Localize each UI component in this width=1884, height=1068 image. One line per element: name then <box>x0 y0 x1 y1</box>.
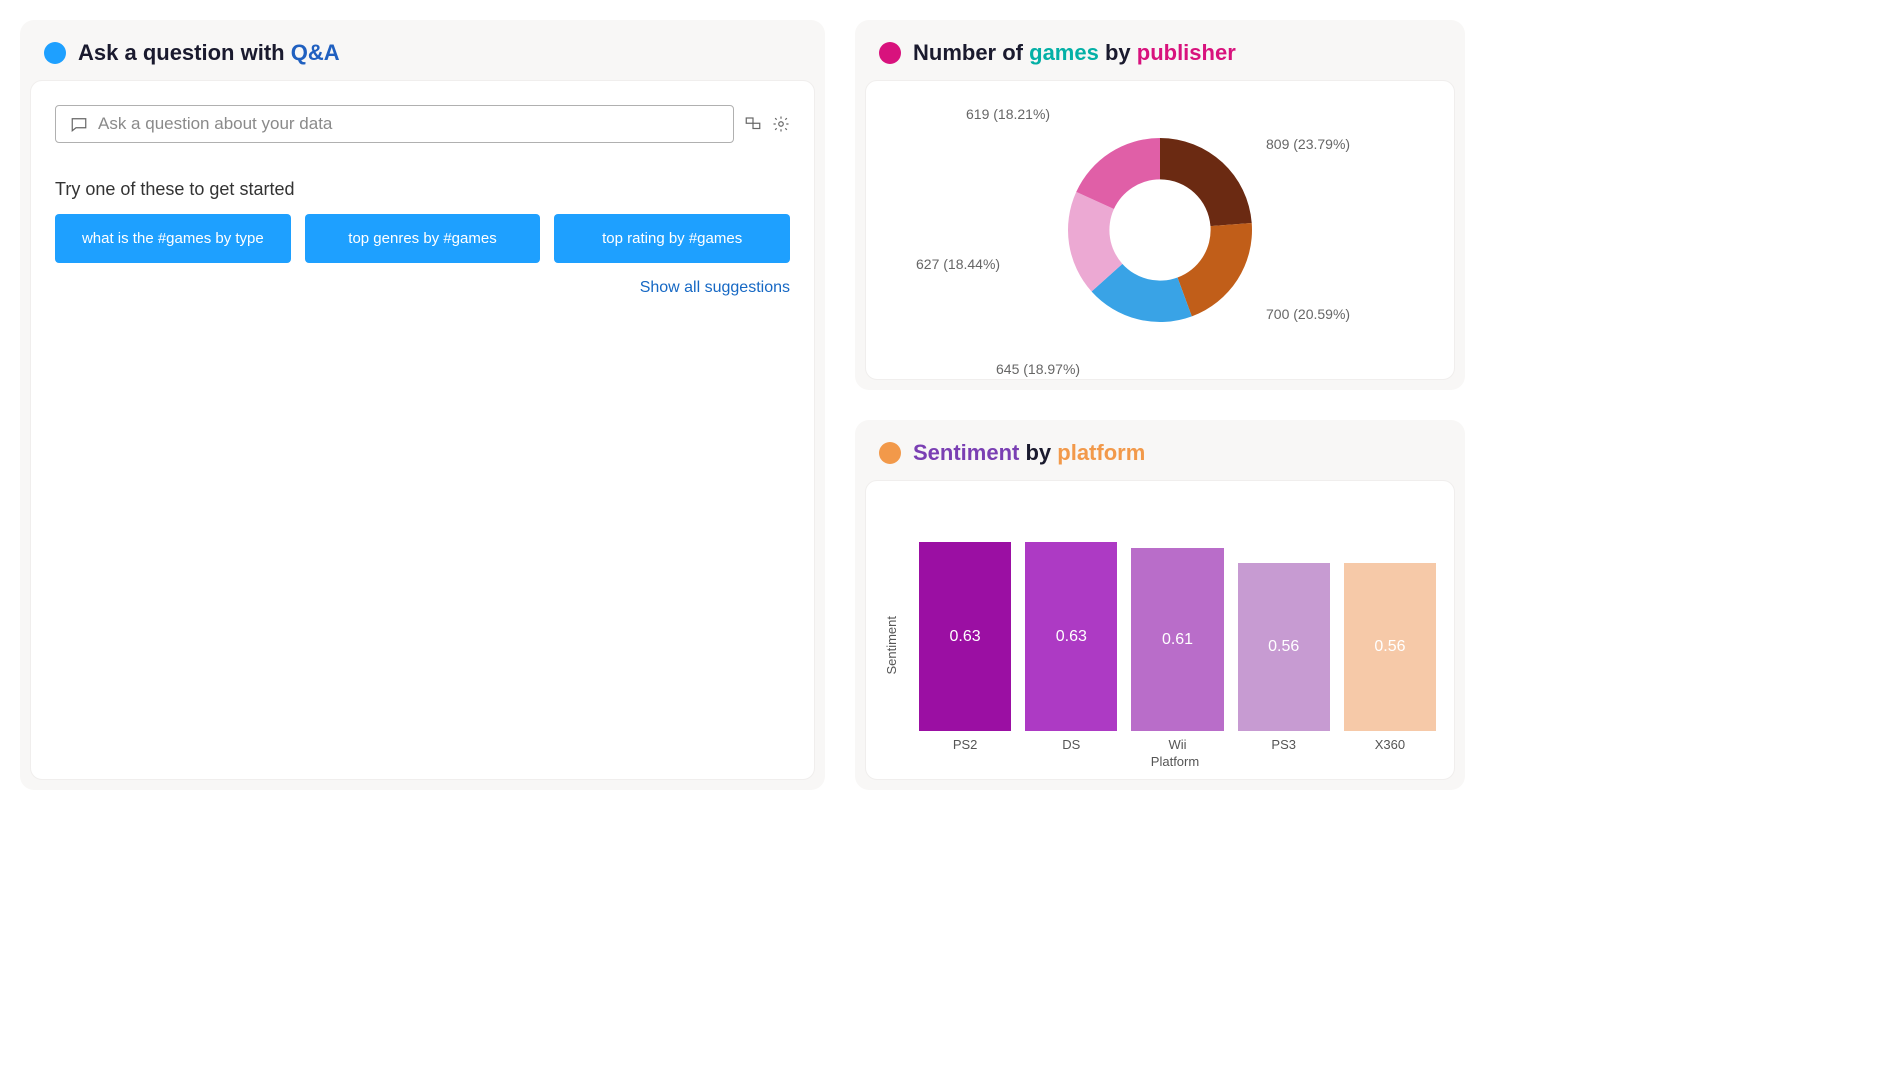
bar-category-label: Wii <box>1168 737 1186 752</box>
donut-label: 627 (18.44%) <box>916 256 1000 272</box>
donut-label: 645 (18.97%) <box>996 361 1080 377</box>
try-label: Try one of these to get started <box>55 179 790 200</box>
qna-title-p1: Ask a question <box>78 40 234 65</box>
donut-header: Number of games by publisher <box>855 20 1465 80</box>
bar[interactable]: 0.61 <box>1131 548 1223 731</box>
bar-category-label: PS2 <box>953 737 978 752</box>
qna-card: Ask a question with Q&A Try one of these… <box>20 20 825 790</box>
bar-body: Sentiment 0.63PS20.63DS0.61Wii0.56PS30.5… <box>865 480 1455 780</box>
blue-dot-icon <box>44 42 66 64</box>
qna-title: Ask a question with Q&A <box>78 40 340 66</box>
donut-label: 809 (23.79%) <box>1266 136 1350 152</box>
bar[interactable]: 0.56 <box>1238 563 1330 731</box>
donut-title-p3: by <box>1099 40 1137 65</box>
bar-plot: Sentiment 0.63PS20.63DS0.61Wii0.56PS30.5… <box>884 499 1436 752</box>
qna-input-row <box>55 105 790 143</box>
bar-column: 0.63 DS <box>1025 542 1117 752</box>
qna-input[interactable] <box>98 114 719 134</box>
qna-body: Try one of these to get started what is … <box>30 80 815 780</box>
show-all-row: Show all suggestions <box>55 279 790 297</box>
gear-icon[interactable] <box>772 115 790 133</box>
bar-title-p2: by <box>1019 440 1057 465</box>
donut-label: 619 (18.21%) <box>966 106 1050 122</box>
bars-container: 0.63 PS2 0.63 DS 0.61 Wii 0.56 PS3 0.56 X360 <box>899 499 1436 752</box>
suggestion-pill-2[interactable]: top genres by #games <box>305 214 541 263</box>
bar-column: 0.63 PS2 <box>919 542 1011 752</box>
qna-title-p2: with <box>234 40 290 65</box>
qna-title-p3: Q&A <box>291 40 340 65</box>
bar-category-label: X360 <box>1375 737 1405 752</box>
bar-title-p3: platform <box>1057 440 1145 465</box>
bar-title: Sentiment by platform <box>913 440 1145 466</box>
show-all-link[interactable]: Show all suggestions <box>640 279 790 296</box>
bar-column: 0.56 X360 <box>1344 563 1436 752</box>
donut-title: Number of games by publisher <box>913 40 1236 66</box>
donut-slice[interactable] <box>1177 223 1252 316</box>
orange-dot-icon <box>879 442 901 464</box>
donut-body: 809 (23.79%) 700 (20.59%) 645 (18.97%) 627 … <box>865 80 1455 380</box>
donut-slice[interactable] <box>1160 138 1252 226</box>
qna-secondary-icons <box>744 115 790 133</box>
x-axis-label: Platform <box>884 754 1436 769</box>
donut-title-p2: games <box>1029 40 1099 65</box>
donut-chart <box>1045 115 1275 345</box>
suggestion-pill-1[interactable]: what is the #games by type <box>55 214 291 263</box>
bar-category-label: PS3 <box>1271 737 1296 752</box>
qna-input-wrapper[interactable] <box>55 105 734 143</box>
donut-title-p4: publisher <box>1137 40 1236 65</box>
bar[interactable]: 0.63 <box>1025 542 1117 731</box>
bar-title-p1: Sentiment <box>913 440 1019 465</box>
bar-card: Sentiment by platform Sentiment 0.63PS20… <box>855 420 1465 790</box>
bar-header: Sentiment by platform <box>855 420 1465 480</box>
donut-title-p1: Number of <box>913 40 1029 65</box>
y-axis-label: Sentiment <box>884 576 899 675</box>
donut-card: Number of games by publisher 809 (23.79%… <box>855 20 1465 390</box>
bar[interactable]: 0.63 <box>919 542 1011 731</box>
bar-column: 0.61 Wii <box>1131 548 1223 752</box>
chat-icon <box>70 115 88 133</box>
pink-dot-icon <box>879 42 901 64</box>
qna-header: Ask a question with Q&A <box>20 20 825 80</box>
bar-category-label: DS <box>1062 737 1080 752</box>
suggestion-pill-3[interactable]: top rating by #games <box>554 214 790 263</box>
donut-label: 700 (20.59%) <box>1266 306 1350 322</box>
layout-icon[interactable] <box>744 115 762 133</box>
bar[interactable]: 0.56 <box>1344 563 1436 731</box>
bar-column: 0.56 PS3 <box>1238 563 1330 752</box>
pill-row: what is the #games by type top genres by… <box>55 214 790 263</box>
